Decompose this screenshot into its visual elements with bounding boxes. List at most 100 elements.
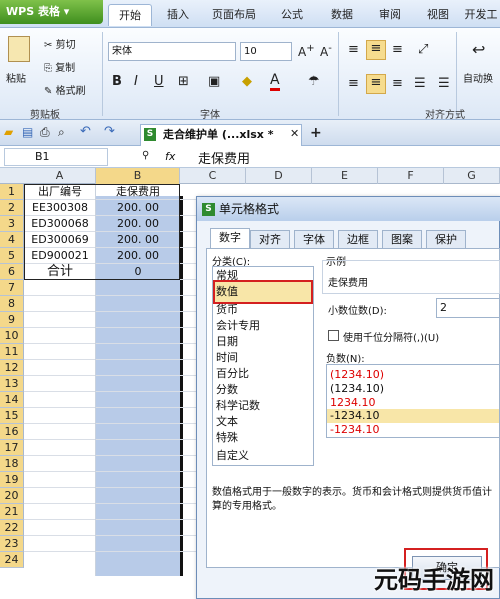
align-center-icon[interactable]: ≡ xyxy=(366,74,386,94)
orientation-icon[interactable]: ⤢ xyxy=(418,42,428,57)
font-name-select[interactable]: 宋体 xyxy=(108,42,236,61)
tab-insert[interactable]: 插入 xyxy=(156,4,200,26)
negative-option-selected[interactable]: -1234.10 xyxy=(330,408,379,423)
category-item[interactable]: 日期 xyxy=(216,334,238,350)
table-cell[interactable]: ED300068 xyxy=(24,216,96,232)
table-cell[interactable]: EE300308 xyxy=(24,200,96,216)
align-top-icon[interactable]: ≡ xyxy=(348,42,359,57)
tab-data[interactable]: 数据 xyxy=(320,4,364,26)
column-header-e[interactable]: E xyxy=(312,168,378,184)
column-header-d[interactable]: D xyxy=(246,168,312,184)
row-header[interactable]: 2 xyxy=(0,200,24,216)
formula-input[interactable]: 走保费用 xyxy=(198,148,250,167)
category-item[interactable]: 特殊 xyxy=(216,430,238,446)
dialog-tab-alignment[interactable]: 对齐 xyxy=(250,230,290,249)
row-header[interactable]: 18 xyxy=(0,456,24,472)
tab-home[interactable]: 开始 xyxy=(108,4,152,26)
row-header[interactable]: 4 xyxy=(0,232,24,248)
row-header[interactable]: 1 xyxy=(0,184,24,200)
font-size-select[interactable]: 10 xyxy=(240,42,292,61)
fill-image-icon[interactable]: ▣ xyxy=(208,74,220,89)
row-header[interactable]: 19 xyxy=(0,472,24,488)
header-cell-fee[interactable]: 走保费用 xyxy=(96,184,180,200)
table-cell[interactable]: ED900021 xyxy=(24,248,96,264)
folder-icon[interactable]: ▰ xyxy=(4,125,13,139)
decimal-places-input[interactable]: 2 xyxy=(436,298,500,318)
underline-button[interactable]: U xyxy=(154,74,164,89)
name-box[interactable]: B1 xyxy=(4,148,108,166)
border-icon[interactable]: ⊞ xyxy=(178,74,189,89)
tab-page-layout[interactable]: 页面布局 xyxy=(204,4,264,26)
new-tab-icon[interactable]: + xyxy=(310,125,322,141)
negative-option[interactable]: -1234.10 xyxy=(330,422,379,437)
header-cell-serial[interactable]: 出厂编号 xyxy=(24,184,96,200)
negative-option[interactable]: (1234.10) xyxy=(330,381,384,396)
print-icon[interactable]: ⎙ xyxy=(40,125,50,140)
row-header[interactable]: 9 xyxy=(0,312,24,328)
tab-view[interactable]: 视图 xyxy=(416,4,460,26)
column-header-c[interactable]: C xyxy=(180,168,246,184)
column-header-b[interactable]: B xyxy=(96,168,180,184)
font-color-icon[interactable]: A xyxy=(270,72,280,91)
align-middle-icon[interactable]: ≡ xyxy=(366,40,386,60)
tab-developer[interactable]: 开发工 xyxy=(462,4,500,26)
row-header[interactable]: 21 xyxy=(0,504,24,520)
row-header[interactable]: 22 xyxy=(0,520,24,536)
table-cell[interactable]: 200. 00 xyxy=(96,248,180,264)
category-item-selected[interactable]: 数值 xyxy=(216,284,238,300)
row-header[interactable]: 20 xyxy=(0,488,24,504)
table-cell[interactable]: 200. 00 xyxy=(96,200,180,216)
row-header[interactable]: 23 xyxy=(0,536,24,552)
column-header-g[interactable]: G xyxy=(444,168,500,184)
category-item[interactable]: 自定义 xyxy=(216,448,249,464)
document-tab[interactable]: 走合维护单 (...xlsx * xyxy=(140,124,302,146)
row-header[interactable]: 11 xyxy=(0,344,24,360)
save-icon[interactable]: ▤ xyxy=(22,125,33,139)
row-header[interactable]: 5 xyxy=(0,248,24,264)
print-preview-icon[interactable]: ⌕ xyxy=(58,125,65,140)
copy-button[interactable]: ⎘ 复制 xyxy=(44,59,75,74)
row-header[interactable]: 17 xyxy=(0,440,24,456)
category-item[interactable]: 分数 xyxy=(216,382,238,398)
category-item[interactable]: 百分比 xyxy=(216,366,249,382)
tab-review[interactable]: 审阅 xyxy=(368,4,412,26)
category-item[interactable]: 时间 xyxy=(216,350,238,366)
row-header[interactable]: 13 xyxy=(0,376,24,392)
table-cell[interactable]: 200. 00 xyxy=(96,232,180,248)
category-item[interactable]: 会计专用 xyxy=(216,318,260,334)
thousands-separator-checkbox[interactable] xyxy=(328,330,339,341)
dialog-tab-pattern[interactable]: 图案 xyxy=(382,230,422,249)
tab-formulas[interactable]: 公式 xyxy=(270,4,314,26)
category-item[interactable]: 科学记数 xyxy=(216,398,260,414)
distributed-icon[interactable]: ☰ xyxy=(438,76,450,91)
category-item[interactable]: 文本 xyxy=(216,414,238,430)
row-header[interactable]: 24 xyxy=(0,552,24,568)
redo-icon[interactable]: ↷ xyxy=(104,124,115,139)
align-bottom-icon[interactable]: ≡ xyxy=(392,42,403,57)
category-item[interactable]: 货币 xyxy=(216,302,238,318)
row-header[interactable]: 10 xyxy=(0,328,24,344)
row-header[interactable]: 8 xyxy=(0,296,24,312)
format-painter-button[interactable]: ✎ 格式刷 xyxy=(44,82,86,97)
align-right-icon[interactable]: ≡ xyxy=(392,76,403,91)
dialog-tab-number[interactable]: 数字 xyxy=(210,228,250,249)
zoom-lens-icon[interactable]: ⚲ xyxy=(142,150,149,161)
close-tab-icon[interactable]: ✕ xyxy=(290,127,299,140)
cut-button[interactable]: ✂ 剪切 xyxy=(44,36,76,51)
row-header[interactable]: 3 xyxy=(0,216,24,232)
dialog-tab-protection[interactable]: 保护 xyxy=(426,230,466,249)
column-header-a[interactable]: A xyxy=(24,168,96,184)
table-cell[interactable]: ED300069 xyxy=(24,232,96,248)
row-header[interactable]: 6 xyxy=(0,264,24,280)
undo-icon[interactable]: ↶ xyxy=(80,124,91,139)
wrap-text-button[interactable]: 自动换 xyxy=(463,70,493,85)
column-header-f[interactable]: F xyxy=(378,168,444,184)
total-value-cell[interactable]: 0 xyxy=(96,264,180,280)
shrink-font-icon[interactable]: A- xyxy=(320,43,332,59)
row-header[interactable]: 7 xyxy=(0,280,24,296)
fill-color-icon[interactable]: ◆ xyxy=(242,74,252,89)
total-label-cell[interactable]: 合计 xyxy=(24,264,96,280)
table-cell[interactable]: 200. 00 xyxy=(96,216,180,232)
dialog-tab-font[interactable]: 字体 xyxy=(294,230,334,249)
align-left-icon[interactable]: ≡ xyxy=(348,76,359,91)
